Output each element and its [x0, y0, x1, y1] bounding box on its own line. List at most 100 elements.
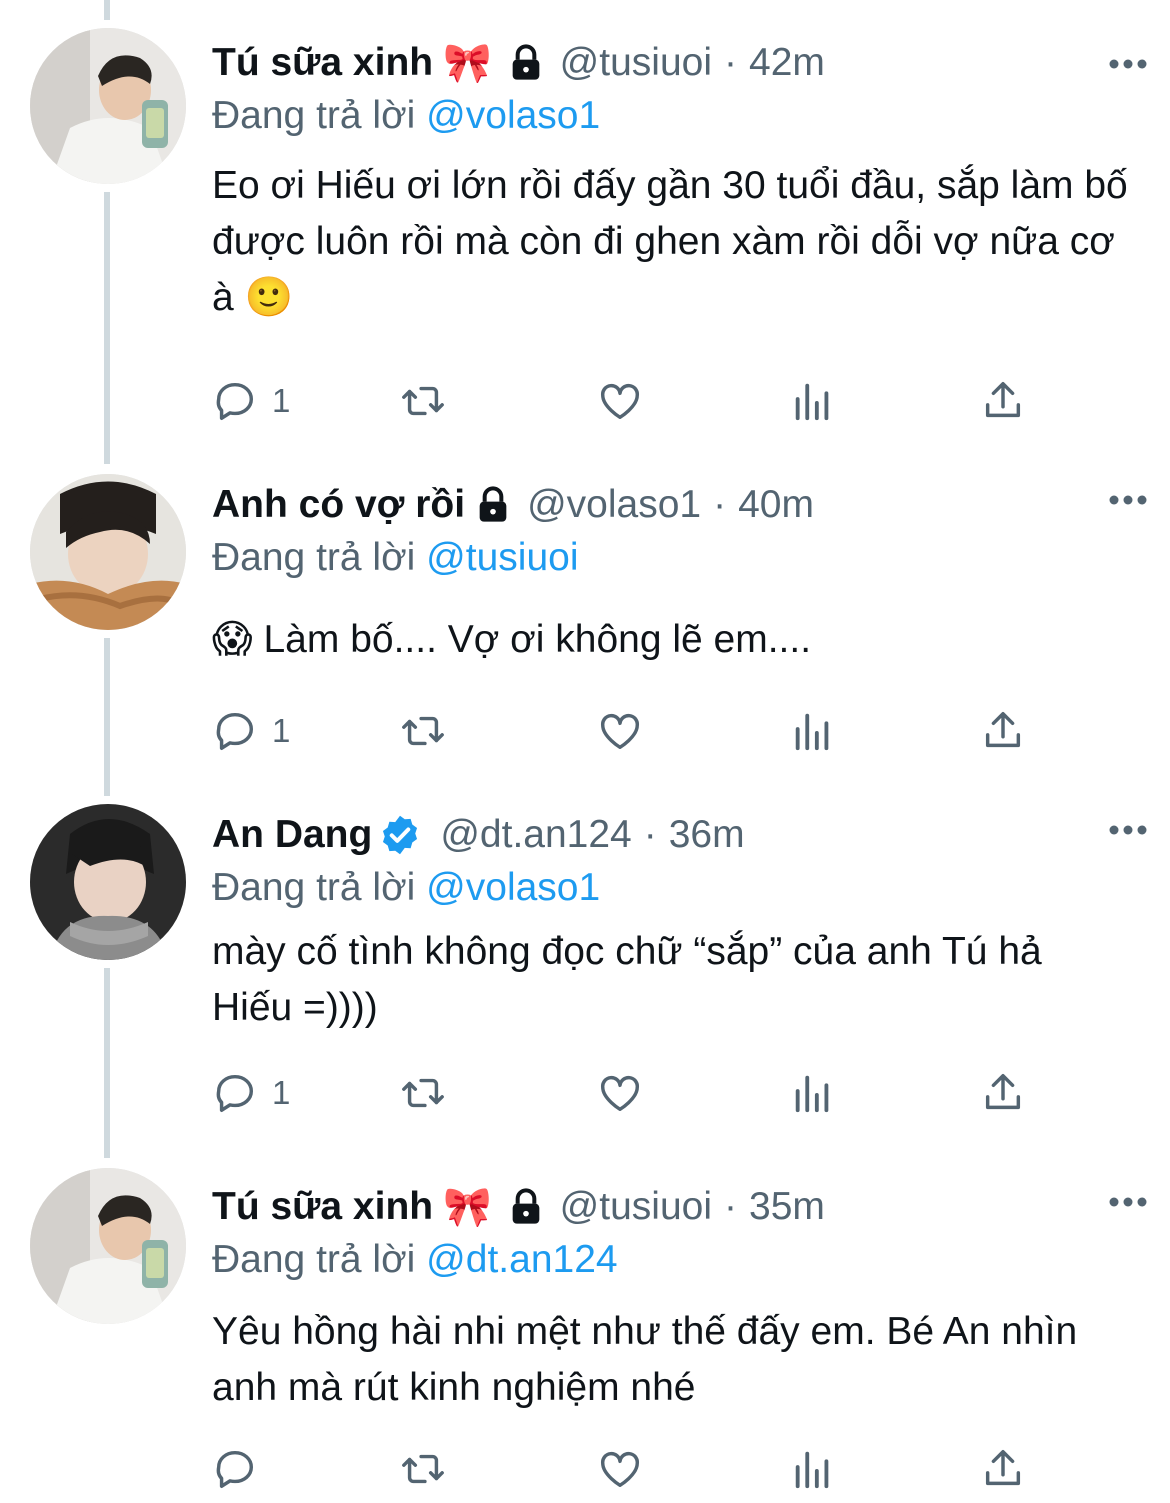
tweet-header: Anh có vợ rồi @volaso1 · 40m	[212, 480, 1140, 530]
reply-button[interactable]: 1	[212, 1068, 290, 1118]
share-icon	[985, 382, 1021, 418]
retweet-icon	[402, 716, 444, 746]
like-icon	[601, 1451, 639, 1488]
display-name[interactable]: Tú sữa xinh	[212, 41, 433, 85]
tweet-header: An Dang @dt.an124 · 36m	[212, 810, 1140, 860]
tweet-header: Tú sữa xinh 🎀 @tusiuoi · 42m	[212, 38, 1140, 88]
verified-badge-icon	[383, 815, 418, 855]
retweet-button[interactable]	[400, 706, 446, 756]
handle[interactable]: @tusiuoi	[560, 41, 712, 85]
avatar-image	[30, 1168, 186, 1324]
views-icon	[795, 713, 829, 751]
reply-count: 1	[272, 1074, 291, 1111]
reply-icon	[216, 382, 254, 420]
like-icon	[601, 383, 639, 420]
share-button[interactable]	[980, 1068, 1026, 1118]
replying-prefix: Đang trả lời	[212, 536, 416, 579]
timestamp[interactable]: 35m	[749, 1185, 825, 1229]
reply-button[interactable]: 1	[212, 706, 290, 756]
thread-line	[104, 192, 110, 464]
separator-dot: ·	[713, 483, 727, 526]
reply-button[interactable]: 1	[212, 376, 290, 426]
like-button[interactable]	[597, 376, 643, 426]
ribbon-emoji: 🎀	[443, 42, 492, 85]
tweet-actions: 1	[212, 706, 1042, 756]
views-button[interactable]	[790, 1444, 836, 1494]
replying-to: Đang trả lời @tusiuoi	[212, 530, 1140, 586]
replying-prefix: Đang trả lời	[212, 94, 416, 137]
ribbon-emoji: 🎀	[443, 1186, 492, 1229]
lock-icon	[479, 486, 507, 522]
views-button[interactable]	[790, 1068, 836, 1118]
views-icon	[795, 1075, 829, 1113]
reply-icon	[216, 712, 254, 750]
more-icon[interactable]	[1108, 824, 1148, 836]
replying-to: Đang trả lời @dt.an124	[212, 1232, 1140, 1288]
replying-to: Đang trả lời @volaso1	[212, 88, 1140, 144]
share-button[interactable]	[980, 376, 1026, 426]
share-button[interactable]	[980, 1444, 1026, 1494]
retweet-icon	[402, 386, 444, 416]
avatar-image	[30, 804, 186, 960]
share-icon	[985, 1450, 1021, 1486]
reply-icon	[216, 1074, 254, 1112]
tweet-text: Yêu hồng hài nhi mệt như thế đấy em. Bé …	[212, 1310, 1078, 1409]
handle[interactable]: @tusiuoi	[560, 1185, 712, 1229]
more-icon[interactable]	[1108, 1196, 1148, 1208]
retweet-button[interactable]	[400, 1068, 446, 1118]
more-icon[interactable]	[1108, 494, 1148, 506]
display-name[interactable]: Anh có vợ rồi	[212, 483, 465, 527]
retweet-button[interactable]	[400, 376, 446, 426]
like-button[interactable]	[597, 706, 643, 756]
like-button[interactable]	[597, 1068, 643, 1118]
views-icon	[795, 1451, 829, 1489]
like-button[interactable]	[597, 1444, 643, 1494]
mention-link[interactable]: @volaso1	[426, 94, 600, 137]
reply-button[interactable]	[212, 1444, 272, 1494]
tweet-header: Tú sữa xinh 🎀 @tusiuoi · 35m	[212, 1182, 1140, 1232]
retweet-icon	[402, 1454, 444, 1484]
mention-link[interactable]: @dt.an124	[426, 1238, 617, 1281]
avatar-image	[30, 474, 186, 630]
timestamp[interactable]: 42m	[749, 41, 825, 85]
separator-dot: ·	[724, 41, 737, 84]
retweet-button[interactable]	[400, 1444, 446, 1494]
avatar[interactable]	[30, 804, 186, 960]
more-icon[interactable]	[1108, 58, 1148, 70]
avatar[interactable]	[30, 474, 186, 630]
thread-line	[104, 0, 110, 20]
timestamp[interactable]: 36m	[669, 813, 745, 857]
tweet-actions	[212, 1444, 1042, 1494]
tweet-text: Eo ơi Hiếu ơi lớn rồi đấy gần 30 tuổi đầ…	[212, 164, 1128, 319]
tweet-actions: 1	[212, 1068, 1042, 1118]
separator-dot: ·	[643, 813, 657, 856]
tweet-actions: 1	[212, 376, 1042, 426]
mention-link[interactable]: @volaso1	[426, 866, 600, 909]
avatar-image	[30, 28, 186, 184]
display-name[interactable]: Tú sữa xinh	[212, 1185, 433, 1229]
mention-link[interactable]: @tusiuoi	[426, 536, 578, 579]
views-button[interactable]	[790, 376, 836, 426]
handle[interactable]: @dt.an124	[440, 813, 631, 857]
like-icon	[601, 713, 639, 750]
like-icon	[601, 1075, 639, 1112]
share-icon	[985, 712, 1021, 748]
display-name[interactable]: An Dang	[212, 813, 372, 857]
handle[interactable]: @volaso1	[527, 483, 701, 527]
lock-icon	[512, 1188, 540, 1224]
reply-count: 1	[272, 382, 291, 419]
replying-prefix: Đang trả lời	[212, 1238, 416, 1281]
views-button[interactable]	[790, 706, 836, 756]
share-icon	[985, 1074, 1021, 1110]
avatar[interactable]	[30, 1168, 186, 1324]
retweet-icon	[402, 1078, 444, 1108]
avatar[interactable]	[30, 28, 186, 184]
views-icon	[795, 383, 829, 421]
reply-count: 1	[272, 712, 291, 749]
timestamp[interactable]: 40m	[738, 483, 814, 527]
share-button[interactable]	[980, 706, 1026, 756]
tweet-text: 😱 Làm bố.... Vợ ơi không lẽ em....	[212, 618, 812, 661]
replying-to: Đang trả lời @volaso1	[212, 860, 1140, 916]
tweet-text: mày cố tình không đọc chữ “sắp” của anh …	[212, 930, 1042, 1029]
thread-line	[104, 968, 110, 1158]
